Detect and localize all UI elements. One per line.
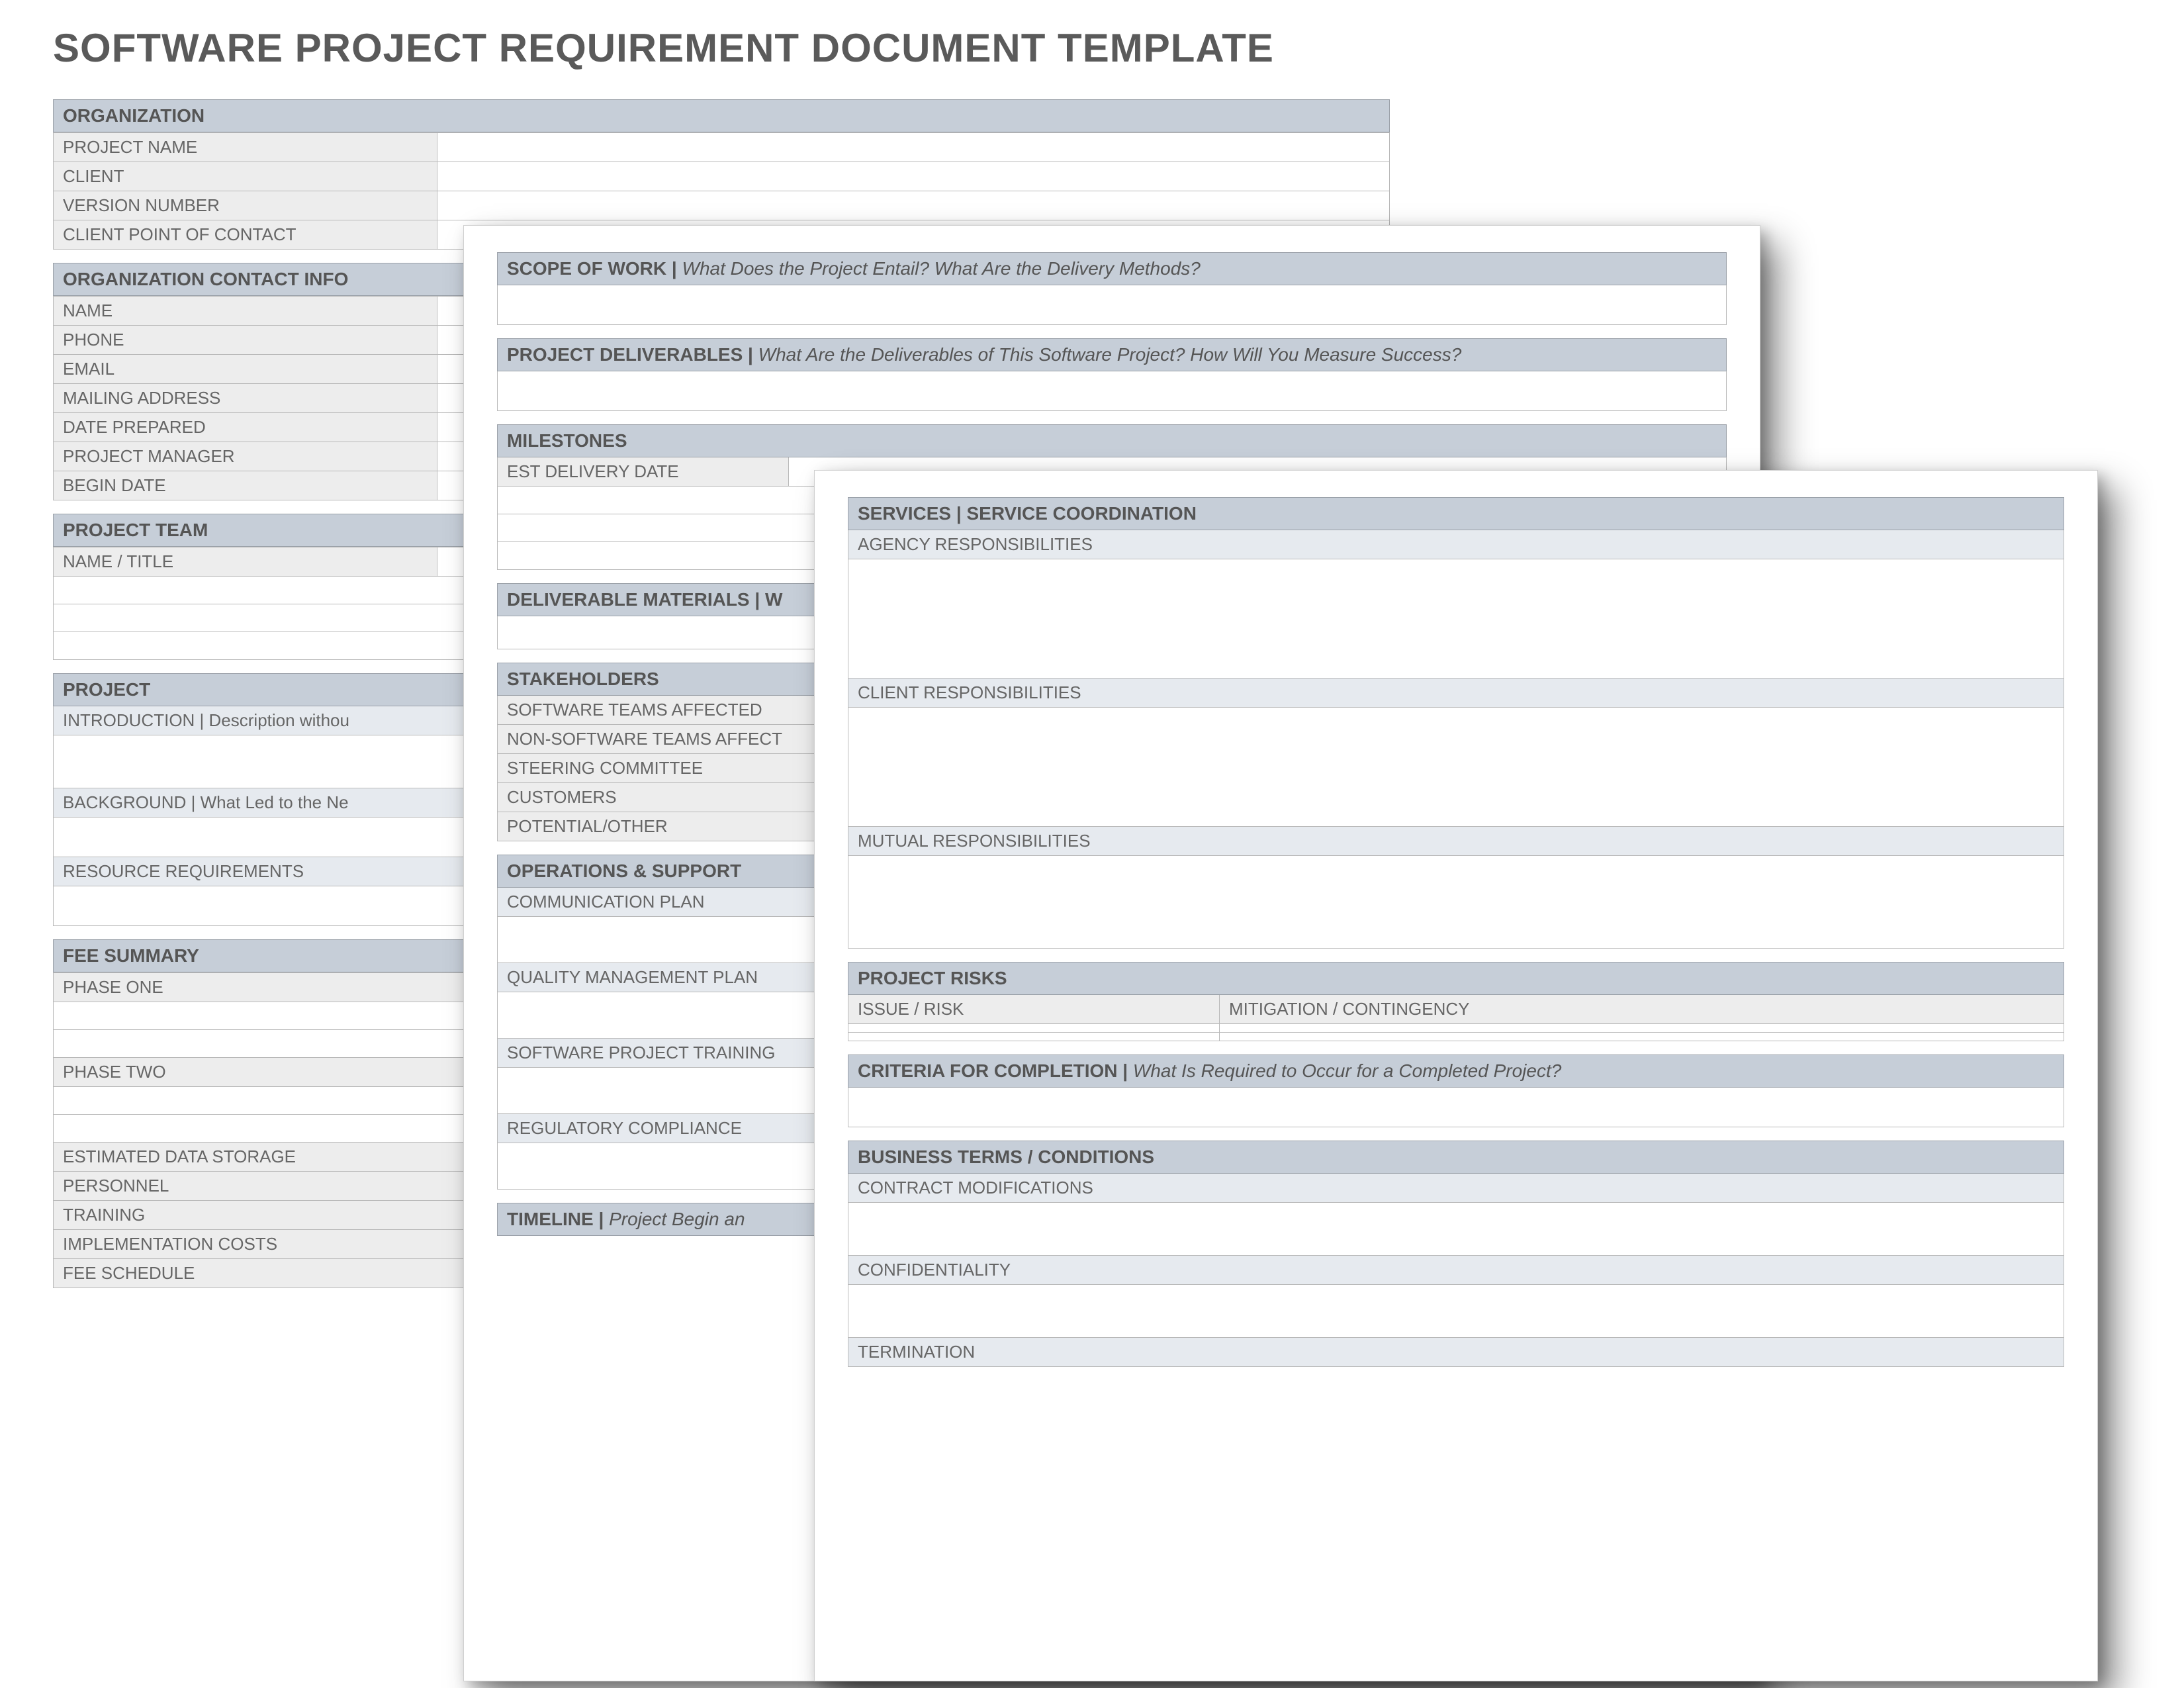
services-client: CLIENT RESPONSIBILITIES (848, 679, 2064, 708)
org-poc: CLIENT POINT OF CONTACT (54, 220, 437, 249)
page-3: SERVICES | SERVICE COORDINATION AGENCY R… (814, 470, 2098, 1681)
milestones-header: MILESTONES (497, 424, 1727, 457)
terms-termination: TERMINATION (848, 1338, 2064, 1367)
doc-title: SOFTWARE PROJECT REQUIREMENT DOCUMENT TE… (53, 25, 1274, 71)
deliverables-header: PROJECT DELIVERABLES | What Are the Deli… (497, 338, 1727, 371)
stakeholders-other: POTENTIAL/OTHER (498, 812, 868, 841)
stakeholders-nsw: NON-SOFTWARE TEAMS AFFECT (498, 725, 868, 753)
risks-mitigation-col: MITIGATION / CONTINGENCY (1219, 995, 2064, 1023)
org-version-value[interactable] (437, 191, 1389, 220)
contact-name: NAME (54, 297, 437, 325)
criteria-value[interactable] (848, 1088, 2064, 1127)
criteria-header: CRITERIA FOR COMPLETION | What Is Requir… (848, 1055, 2064, 1088)
org-project-name: PROJECT NAME (54, 133, 437, 162)
org-client-value[interactable] (437, 162, 1389, 191)
services-header: SERVICES | SERVICE COORDINATION (848, 497, 2064, 530)
stakeholders-sw: SOFTWARE TEAMS AFFECTED (498, 696, 868, 724)
deliverables-value[interactable] (497, 371, 1727, 411)
fee-phase-two: PHASE TWO (54, 1058, 490, 1086)
fee-personnel: PERSONNEL (54, 1172, 490, 1200)
stakeholders-steering: STEERING COMMITTEE (498, 754, 868, 782)
stakeholders-customers: CUSTOMERS (498, 783, 868, 812)
contact-date-prepared: DATE PREPARED (54, 413, 437, 442)
terms-confidentiality: CONFIDENTIALITY (848, 1256, 2064, 1285)
fee-phase-one: PHASE ONE (54, 973, 490, 1002)
org-project-name-value[interactable] (437, 133, 1389, 162)
terms-header: BUSINESS TERMS / CONDITIONS (848, 1141, 2064, 1174)
services-client-value[interactable] (848, 708, 2064, 827)
fee-impl: IMPLEMENTATION COSTS (54, 1230, 490, 1258)
risks-row[interactable] (1219, 1024, 2064, 1032)
contact-email: EMAIL (54, 355, 437, 383)
fee-training: TRAINING (54, 1201, 490, 1229)
risks-header: PROJECT RISKS (848, 962, 2064, 995)
terms-contract: CONTRACT MODIFICATIONS (848, 1174, 2064, 1203)
risks-row[interactable] (848, 1033, 1219, 1041)
contact-mailing: MAILING ADDRESS (54, 384, 437, 412)
services-mutual-value[interactable] (848, 856, 2064, 949)
scope-header: SCOPE OF WORK | What Does the Project En… (497, 252, 1727, 285)
fee-storage: ESTIMATED DATA STORAGE (54, 1143, 490, 1171)
milestones-est: EST DELIVERY DATE (498, 457, 789, 486)
services-agency: AGENCY RESPONSIBILITIES (848, 530, 2064, 559)
services-mutual: MUTUAL RESPONSIBILITIES (848, 827, 2064, 856)
team-name-title: NAME / TITLE (54, 547, 437, 576)
terms-contract-value[interactable] (848, 1203, 2064, 1256)
risks-issue-col: ISSUE / RISK (848, 995, 1219, 1023)
scope-value[interactable] (497, 285, 1727, 325)
services-agency-value[interactable] (848, 559, 2064, 679)
terms-confidentiality-value[interactable] (848, 1285, 2064, 1338)
fee-schedule: FEE SCHEDULE (54, 1259, 490, 1288)
risks-row[interactable] (848, 1024, 1219, 1032)
contact-phone: PHONE (54, 326, 437, 354)
org-version: VERSION NUMBER (54, 191, 437, 220)
contact-begin-date: BEGIN DATE (54, 471, 437, 500)
contact-pm: PROJECT MANAGER (54, 442, 437, 471)
organization-header: ORGANIZATION (53, 99, 1390, 132)
risks-row[interactable] (1219, 1033, 2064, 1041)
org-client: CLIENT (54, 162, 437, 191)
